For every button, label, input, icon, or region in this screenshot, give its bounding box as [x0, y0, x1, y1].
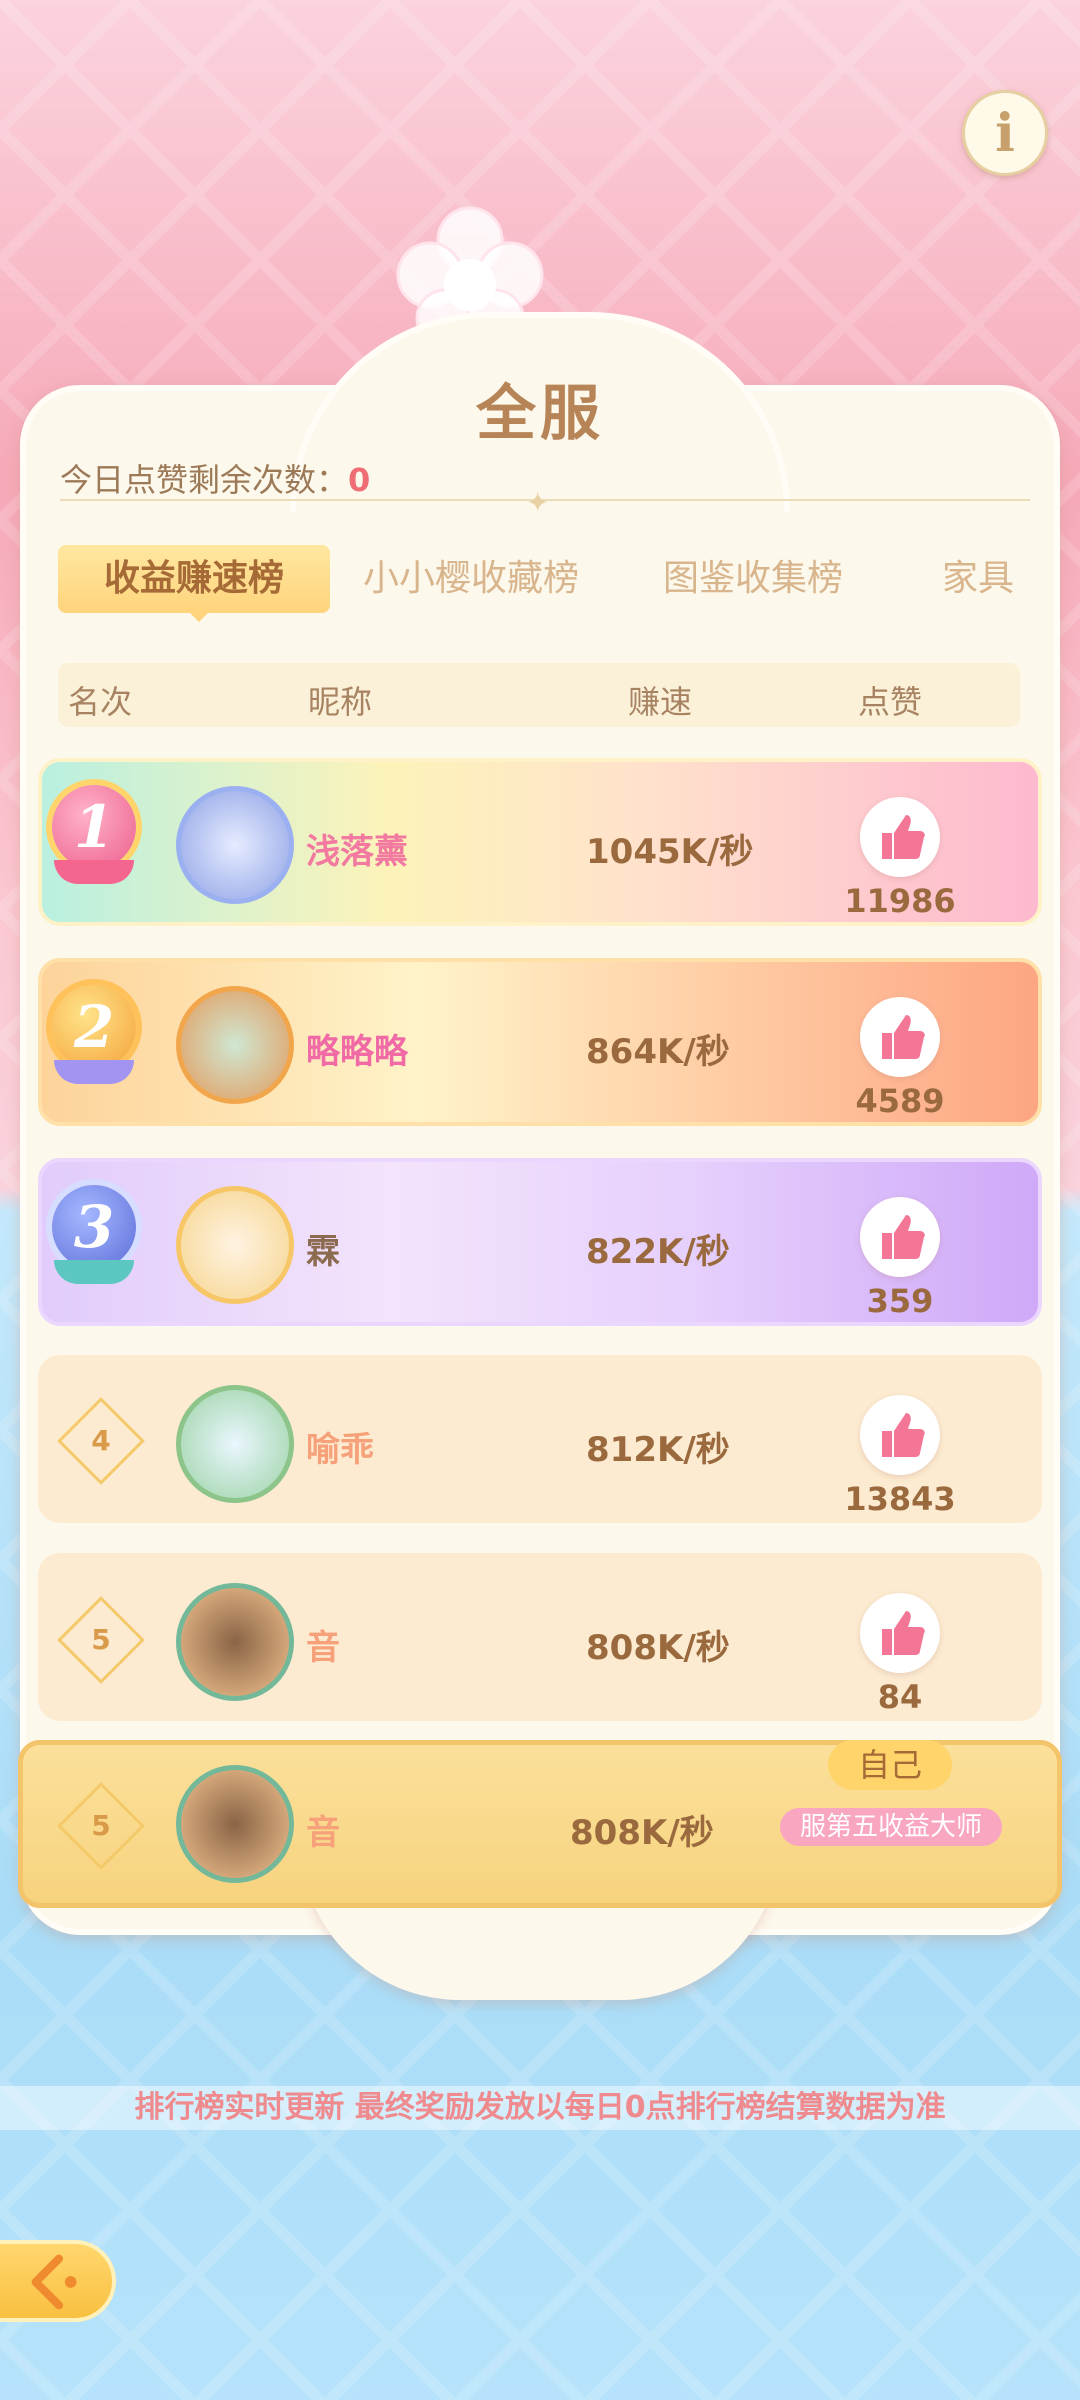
page-title: 全服	[476, 379, 604, 449]
earning-speed: 1045K/秒	[586, 832, 754, 872]
rank-number: 5	[91, 1623, 111, 1656]
player-name: 略略略	[306, 1032, 408, 1072]
avatar[interactable]	[176, 1385, 294, 1503]
player-name: 音	[306, 1628, 340, 1668]
avatar[interactable]	[176, 786, 294, 904]
rank-number: 1	[73, 793, 115, 861]
self-rank-number: 5	[91, 1809, 111, 1842]
thumbs-up-icon	[882, 1413, 925, 1457]
ribbon-icon	[54, 1260, 134, 1284]
rank-number: 3	[73, 1193, 115, 1261]
notice-text: 排行榜实时更新 最终奖励发放以每日0点排行榜结算数据为准	[134, 2090, 946, 2125]
player-name: 喻乖	[306, 1430, 374, 1470]
rank-1-medal-icon: 1	[52, 785, 136, 869]
like-button[interactable]	[860, 1593, 940, 1673]
earning-speed: 864K/秒	[586, 1032, 730, 1072]
back-arrow-icon	[31, 2254, 77, 2310]
back-button[interactable]	[0, 2240, 116, 2322]
tab-earning-speed[interactable]: 收益赚速榜	[58, 545, 331, 613]
like-button[interactable]	[860, 1395, 940, 1475]
like-button[interactable]	[860, 797, 940, 877]
like-count: 4589	[855, 1082, 945, 1120]
likes-remaining-label: 今日点赞剩余次数：	[60, 461, 349, 499]
likes-remaining: 今日点赞剩余次数：0	[60, 455, 370, 501]
thumbs-up-icon	[882, 1015, 925, 1059]
tab-encyclopedia[interactable]: 图鉴收集榜	[663, 545, 843, 613]
col-nickname: 昵称	[308, 683, 373, 721]
like-button[interactable]	[860, 997, 940, 1077]
player-name: 霖	[306, 1232, 340, 1272]
earning-speed: 822K/秒	[586, 1232, 730, 1272]
info-button[interactable]: i	[962, 90, 1048, 176]
tab-furniture[interactable]: 家具	[942, 545, 1014, 613]
thumbs-up-icon	[882, 1215, 925, 1259]
info-icon: i	[995, 102, 1015, 164]
ribbon-icon	[54, 860, 134, 884]
like-button[interactable]	[860, 1197, 940, 1277]
like-count: 13843	[844, 1480, 956, 1518]
rank-2-medal-icon: 2	[52, 985, 136, 1069]
rank-3-medal-icon: 3	[52, 1185, 136, 1269]
earning-speed: 812K/秒	[586, 1430, 730, 1470]
col-likes: 点赞	[858, 683, 923, 721]
active-tab-caret	[185, 608, 213, 622]
ribbon-icon	[54, 1060, 134, 1084]
self-tag: 自己	[828, 1740, 952, 1790]
like-count: 359	[866, 1282, 934, 1320]
rank-number: 4	[91, 1424, 111, 1457]
col-rank: 名次	[68, 683, 133, 721]
tab-bar: 收益赚速榜 小小樱收藏榜 图鉴收集榜 家具	[58, 545, 1058, 615]
rank-number: 2	[73, 993, 115, 1061]
tab-sakura-collection[interactable]: 小小樱收藏榜	[363, 545, 579, 613]
like-count: 84	[877, 1678, 923, 1716]
avatar[interactable]	[176, 986, 294, 1104]
table-header: 名次 昵称 赚速 点赞	[58, 663, 1020, 727]
earning-speed: 808K/秒	[586, 1628, 730, 1668]
col-speed: 赚速	[628, 683, 693, 721]
self-avatar[interactable]	[176, 1765, 294, 1883]
thumbs-up-icon	[882, 1611, 925, 1655]
avatar[interactable]	[176, 1583, 294, 1701]
likes-remaining-value: 0	[348, 461, 371, 499]
title-badge: 服第五收益大师	[780, 1808, 1002, 1846]
player-name: 浅落薰	[306, 832, 408, 872]
like-count: 11986	[844, 882, 956, 920]
divider-star-icon: ✦	[526, 486, 550, 519]
thumbs-up-icon	[882, 815, 925, 859]
avatar[interactable]	[176, 1186, 294, 1304]
self-name: 音	[306, 1813, 340, 1853]
self-earning-speed: 808K/秒	[570, 1813, 714, 1853]
